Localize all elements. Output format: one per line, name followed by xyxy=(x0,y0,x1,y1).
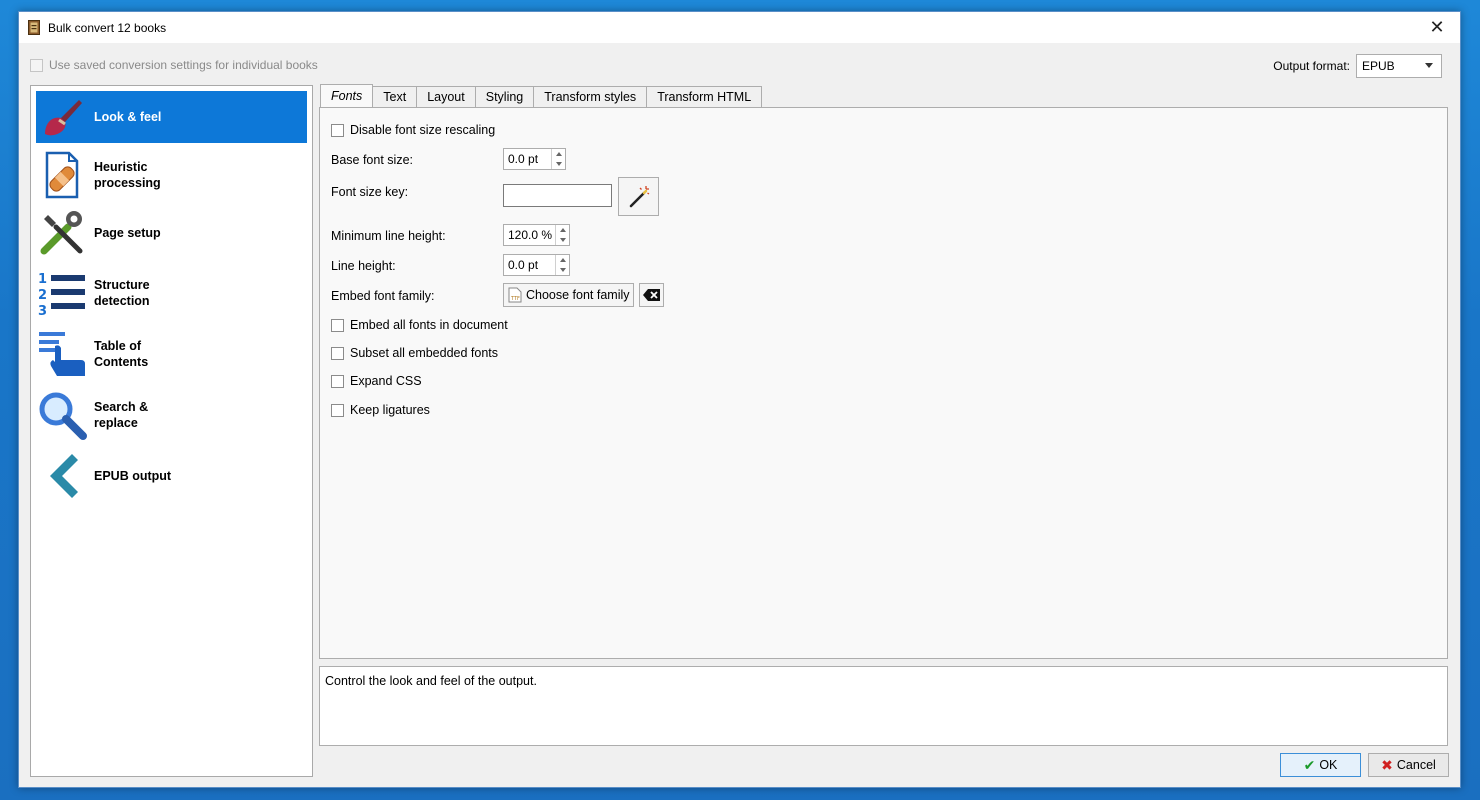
svg-text:3: 3 xyxy=(38,304,47,317)
sidebar-item-label: Search & replace xyxy=(94,400,149,430)
settings-tabs: Fonts Text Layout Styling Transform styl… xyxy=(320,84,763,107)
base-font-size-spinbox[interactable]: 0.0 pt xyxy=(503,148,566,170)
choose-font-family-button[interactable]: TTF Choose font family xyxy=(503,283,634,307)
embed-font-family-label: Embed font family: xyxy=(331,289,435,303)
spin-buttons[interactable] xyxy=(551,149,565,169)
sidebar-item-epub-output[interactable]: EPUB output xyxy=(36,450,307,502)
help-description: Control the look and feel of the output. xyxy=(319,666,1448,746)
spin-buttons[interactable] xyxy=(555,225,569,245)
min-line-height-label: Minimum line height: xyxy=(331,229,446,243)
saved-settings-label: Use saved conversion settings for indivi… xyxy=(49,58,318,72)
spin-up-icon[interactable] xyxy=(556,255,569,265)
ok-label: OK xyxy=(1319,758,1338,772)
magnifier-icon xyxy=(36,389,88,441)
cross-icon: ✖ xyxy=(1381,756,1393,773)
title-bar: Bulk convert 12 books ✕ xyxy=(19,12,1460,43)
subset-all-checkbox[interactable] xyxy=(331,346,344,360)
embed-all-checkbox[interactable] xyxy=(331,318,344,332)
choose-font-family-label: Choose font family xyxy=(526,288,630,302)
spin-down-icon[interactable] xyxy=(556,235,569,245)
calibre-app-icon xyxy=(28,20,40,35)
min-line-height-value: 120.0 % xyxy=(508,228,553,242)
checkmark-icon: ✔ xyxy=(1303,756,1316,773)
sidebar-item-look-feel[interactable]: Look & feel xyxy=(36,91,307,143)
disable-rescaling-label: Disable font size rescaling xyxy=(350,123,496,137)
keep-ligatures-checkbox[interactable] xyxy=(331,403,344,417)
saved-settings-checkbox[interactable] xyxy=(30,58,43,72)
font-size-key-input[interactable] xyxy=(503,184,612,207)
disable-rescaling-row[interactable]: Disable font size rescaling xyxy=(331,123,495,137)
bandage-document-icon xyxy=(36,149,88,201)
spin-up-icon[interactable] xyxy=(556,225,569,235)
magic-wand-icon xyxy=(629,185,649,207)
sidebar-item-structure[interactable]: 1 2 3 Structure detection xyxy=(36,267,307,319)
sidebar-item-heuristic[interactable]: Heuristic processing xyxy=(36,149,307,201)
base-font-size-label: Base font size: xyxy=(331,153,413,167)
window-title: Bulk convert 12 books xyxy=(48,21,167,35)
cancel-label: Cancel xyxy=(1396,758,1436,772)
spin-up-icon[interactable] xyxy=(552,149,565,159)
ok-button[interactable]: ✔ OK xyxy=(1280,753,1361,777)
line-height-spinbox[interactable]: 0.0 pt xyxy=(503,254,570,276)
font-file-icon: TTF xyxy=(508,287,522,303)
sidebar-item-toc[interactable]: Table of Contents xyxy=(36,328,307,380)
numbered-list-icon: 1 2 3 xyxy=(36,267,88,319)
output-format-value: EPUB xyxy=(1362,59,1395,73)
spin-down-icon[interactable] xyxy=(552,159,565,169)
spin-down-icon[interactable] xyxy=(556,265,569,275)
tools-icon xyxy=(36,207,88,259)
embed-all-label: Embed all fonts in document xyxy=(350,318,508,332)
subset-all-label: Subset all embedded fonts xyxy=(350,346,499,360)
category-sidebar: Look & feel Heuristic processing Page se… xyxy=(30,85,313,777)
bulk-convert-dialog: Bulk convert 12 books ✕ Use saved conver… xyxy=(18,11,1461,788)
subset-all-row[interactable]: Subset all embedded fonts xyxy=(331,346,498,360)
close-button[interactable]: ✕ xyxy=(1414,12,1460,43)
tab-transform-styles[interactable]: Transform styles xyxy=(533,86,648,107)
output-format-group: Output format: EPUB xyxy=(1273,54,1442,78)
sidebar-item-label: Look & feel xyxy=(94,110,162,124)
sidebar-item-label: EPUB output xyxy=(94,469,172,483)
font-size-wizard-button[interactable] xyxy=(618,177,659,216)
toc-hand-icon xyxy=(36,328,88,380)
expand-css-checkbox[interactable] xyxy=(331,374,344,388)
font-size-key-label: Font size key: xyxy=(331,185,409,199)
tab-styling[interactable]: Styling xyxy=(474,86,535,107)
tab-transform-html[interactable]: Transform HTML xyxy=(646,86,763,107)
chevron-down-icon xyxy=(1425,63,1433,68)
sidebar-item-label: Structure detection xyxy=(94,278,150,308)
sidebar-item-page-setup[interactable]: Page setup xyxy=(36,207,307,259)
epub-chevron-icon xyxy=(36,450,88,502)
keep-ligatures-row[interactable]: Keep ligatures xyxy=(331,403,430,417)
saved-settings-row[interactable]: Use saved conversion settings for indivi… xyxy=(30,58,318,72)
base-font-size-value: 0.0 pt xyxy=(508,152,539,166)
expand-css-row[interactable]: Expand CSS xyxy=(331,374,422,388)
output-format-label: Output format: xyxy=(1273,59,1350,73)
tab-layout[interactable]: Layout xyxy=(416,86,476,107)
sidebar-item-label: Page setup xyxy=(94,226,161,240)
clear-icon xyxy=(642,289,660,301)
tab-text[interactable]: Text xyxy=(372,86,418,107)
min-line-height-spinbox[interactable]: 120.0 % xyxy=(503,224,570,246)
embed-all-row[interactable]: Embed all fonts in document xyxy=(331,318,508,332)
svg-text:1: 1 xyxy=(38,272,47,287)
line-height-label: Line height: xyxy=(331,259,396,273)
sidebar-item-search-replace[interactable]: Search & replace xyxy=(36,389,307,441)
disable-rescaling-checkbox[interactable] xyxy=(331,123,344,137)
clear-font-family-button[interactable] xyxy=(639,283,664,307)
fonts-panel: Disable font size rescaling Base font si… xyxy=(319,107,1448,659)
line-height-value: 0.0 pt xyxy=(508,258,539,272)
keep-ligatures-label: Keep ligatures xyxy=(350,403,430,417)
close-icon: ✕ xyxy=(1429,17,1445,37)
svg-text:TTF: TTF xyxy=(510,296,520,302)
output-format-select[interactable]: EPUB xyxy=(1356,54,1442,78)
sidebar-item-label: Table of Contents xyxy=(94,339,149,369)
tab-fonts[interactable]: Fonts xyxy=(320,84,374,107)
spin-buttons[interactable] xyxy=(555,255,569,275)
cancel-button[interactable]: ✖ Cancel xyxy=(1368,753,1449,777)
brush-icon xyxy=(36,91,88,143)
sidebar-item-label: Heuristic processing xyxy=(94,160,161,190)
expand-css-label: Expand CSS xyxy=(350,374,422,388)
svg-text:2: 2 xyxy=(38,288,47,303)
